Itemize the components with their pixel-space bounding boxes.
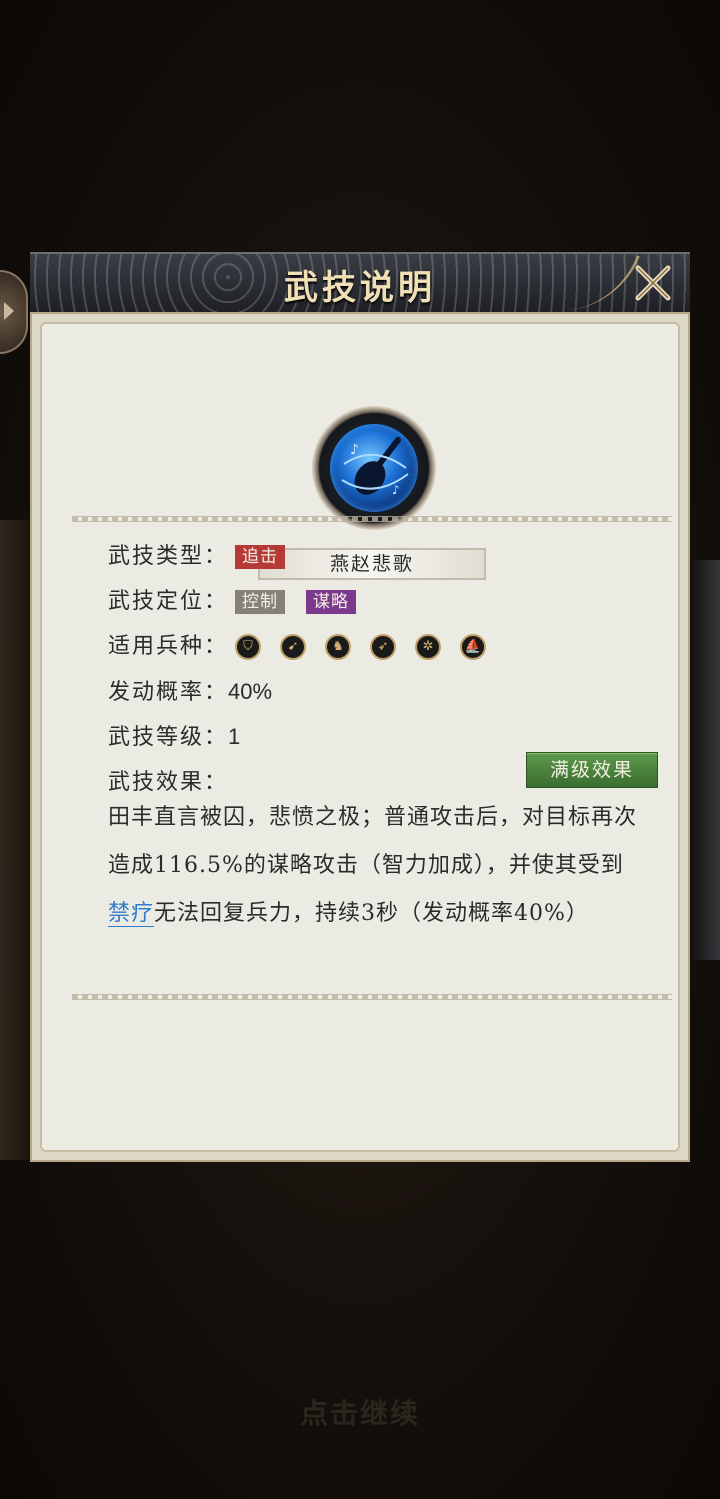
svg-text:♪: ♪ bbox=[350, 442, 359, 458]
dialog-title: 武技说明 bbox=[284, 268, 436, 308]
pipa-icon: ♪ ♪ bbox=[341, 437, 409, 497]
skill-type-label: 武技类型： bbox=[108, 544, 229, 569]
skill-type-row: 武技类型： 追击 bbox=[108, 542, 299, 572]
position-tag-strategy: 谋略 bbox=[306, 590, 357, 614]
skill-info-dialog: 武技说明 ♪ ♪ 燕赵悲歌 武技类型： 追击 武技定位： 控制 谋略 适用兵种：… bbox=[30, 252, 690, 1162]
troop-types-row: 适用兵种： ⛉ ➹ ♞ ➶ ✲ ⛵ bbox=[108, 632, 498, 662]
close-button[interactable] bbox=[630, 260, 676, 306]
background-card-right bbox=[690, 560, 720, 960]
skill-position-label: 武技定位： bbox=[108, 589, 229, 614]
skill-position-row: 武技定位： 控制 谋略 bbox=[108, 587, 370, 617]
ship-icon: ⛵ bbox=[460, 634, 487, 660]
keyword-link-healing-block[interactable]: 禁疗 bbox=[108, 901, 155, 927]
side-expand-button[interactable] bbox=[0, 270, 28, 354]
skill-icon: ♪ ♪ bbox=[312, 406, 436, 530]
trigger-rate-row: 发动概率：40% bbox=[108, 677, 272, 707]
skill-level-value: 1 bbox=[228, 724, 241, 749]
background-card-left bbox=[0, 520, 30, 1160]
trigger-rate-label: 发动概率： bbox=[108, 680, 229, 705]
dialog-content: ♪ ♪ 燕赵悲歌 武技类型： 追击 武技定位： 控制 谋略 适用兵种： ⛉ ➹ … bbox=[40, 322, 680, 1152]
wheel-icon: ✲ bbox=[415, 634, 442, 660]
svg-text:♪: ♪ bbox=[392, 483, 400, 497]
spear-icon: ➹ bbox=[280, 634, 307, 660]
full-level-effect-button[interactable]: 满级效果 bbox=[526, 752, 658, 788]
troop-types-label: 适用兵种： bbox=[108, 634, 229, 659]
skill-effect-description: 田丰直言被囚，悲愤之极；普通攻击后，对目标再次造成116.5%的谋略攻击（智力加… bbox=[108, 794, 644, 938]
divider-bottom bbox=[72, 994, 672, 1000]
effect-text-2: ，并使其受到 bbox=[485, 853, 624, 878]
skill-level-label: 武技等级： bbox=[108, 725, 229, 750]
cavalry-icon: ♞ bbox=[325, 634, 352, 660]
effect-text-3: 无法回复兵力，持续3秒（发动概率40%） bbox=[154, 901, 589, 926]
shield-icon: ⛉ bbox=[235, 634, 262, 660]
trigger-rate-value: 40% bbox=[228, 679, 273, 704]
close-icon bbox=[635, 265, 671, 301]
dialog-body: ♪ ♪ 燕赵悲歌 武技类型： 追击 武技定位： 控制 谋略 适用兵种： ⛉ ➹ … bbox=[30, 312, 690, 1162]
skill-type-tag: 追击 bbox=[235, 545, 286, 569]
dialog-header: 武技说明 bbox=[30, 252, 690, 314]
divider-top bbox=[72, 516, 672, 522]
skill-level-row: 武技等级：1 bbox=[108, 722, 240, 752]
bow-icon: ➶ bbox=[370, 634, 397, 660]
position-tag-control: 控制 bbox=[235, 590, 286, 614]
tap-to-continue[interactable]: 点击继续 bbox=[0, 1392, 720, 1432]
